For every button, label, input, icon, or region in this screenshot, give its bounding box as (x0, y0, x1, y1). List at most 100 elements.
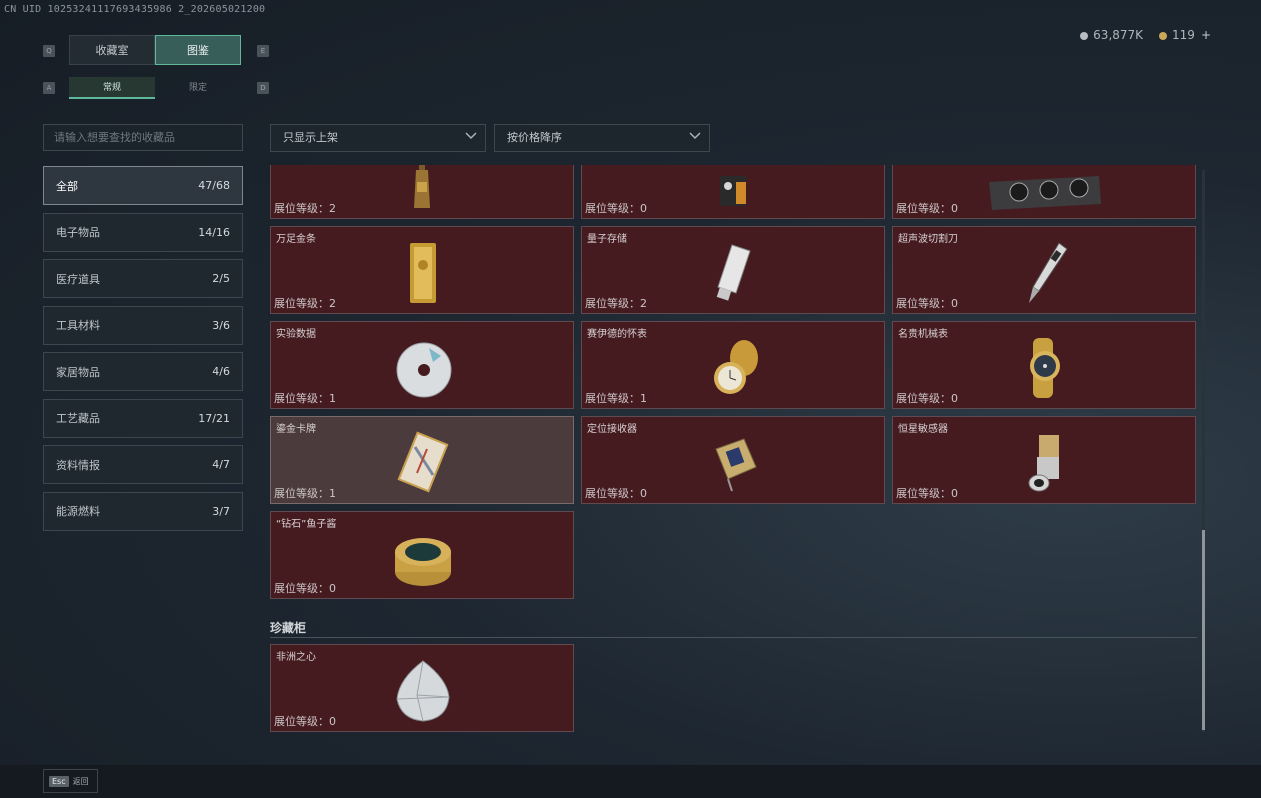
level-text: 展位等级：0 (585, 202, 647, 215)
chevron-down-icon (465, 132, 477, 140)
collectible-card[interactable]: 超声波切割刀 展位等级：0 (892, 226, 1196, 314)
level-text: 展位等级：2 (274, 297, 336, 310)
currency-bar: 63,877K 119 + (1080, 28, 1211, 42)
level-text: 展位等级：1 (585, 392, 647, 405)
gold-coin-icon (1159, 31, 1168, 40)
level-text: 展位等级：0 (274, 582, 336, 595)
collectible-card[interactable]: 展位等级：2 (270, 165, 574, 219)
shelf-filter-dropdown[interactable]: 只显示上架 (270, 124, 486, 152)
caviar-tin-icon (395, 538, 451, 586)
receiver-icon (715, 438, 757, 492)
category-energy[interactable]: 能源燃料 3/7 (43, 491, 243, 531)
collectible-card[interactable]: 赛伊德的怀表 展位等级：1 (581, 321, 885, 409)
gold-bar-icon (410, 243, 436, 303)
collectible-card[interactable]: 万足金条 展位等级：2 (270, 226, 574, 314)
tab-collection-room[interactable]: 收藏室 (69, 35, 155, 65)
category-crafts[interactable]: 工艺藏品 17/21 (43, 398, 243, 438)
category-count: 17/21 (198, 411, 230, 425)
collectible-card[interactable]: 鎏金卡牌 展位等级：1 (270, 416, 574, 504)
category-label: 电子物品 (56, 226, 100, 239)
silver-currency: 63,877K (1080, 28, 1143, 42)
level-text: 展位等级：1 (274, 487, 336, 500)
level-text: 展位等级：2 (274, 202, 336, 215)
card-icon (397, 431, 449, 493)
silver-amount: 63,877K (1093, 28, 1144, 42)
key-hint-e: E (257, 45, 269, 57)
level-text: 展位等级：0 (896, 297, 958, 310)
graphics-card-icon (989, 176, 1101, 210)
level-text: 展位等级：1 (274, 392, 336, 405)
collectible-card[interactable]: 展位等级：0 (581, 165, 885, 219)
category-count: 4/6 (212, 365, 230, 378)
key-hint-a: A (43, 82, 55, 94)
category-label: 家居物品 (56, 365, 100, 379)
disc-icon (396, 342, 452, 398)
esc-key: Esc (49, 775, 69, 787)
collectible-card[interactable]: 名贵机械表 展位等级：0 (892, 321, 1196, 409)
silver-coin-icon (1080, 31, 1089, 40)
category-household[interactable]: 家居物品 4/6 (43, 352, 243, 391)
level-text: 展位等级：0 (274, 715, 336, 728)
level-text: 展位等级：2 (585, 297, 647, 310)
grid-scrollbar[interactable] (1202, 170, 1205, 732)
bottle-icon (414, 165, 430, 208)
wrist-watch-icon (1030, 338, 1060, 398)
category-count: 14/16 (198, 225, 230, 239)
scrollbar-thumb[interactable] (1202, 530, 1205, 730)
main-tabs: 收藏室 图鉴 (69, 35, 241, 65)
category-count: 2/5 (212, 272, 230, 285)
category-count: 3/7 (212, 504, 230, 518)
search-input[interactable]: 请输入想要查找的收藏品 (43, 124, 243, 151)
collectible-card[interactable]: “钻石”鱼子酱 展位等级：0 (270, 511, 574, 599)
add-currency-button[interactable]: + (1201, 28, 1211, 42)
category-label: 资料情报 (56, 458, 100, 472)
shelf-filter-value: 只显示上架 (283, 131, 338, 144)
collectible-card[interactable]: 实验数据 展位等级：1 (270, 321, 574, 409)
tab-catalog[interactable]: 图鉴 (155, 35, 241, 65)
pocket-watch-icon (714, 340, 758, 394)
sub-tabs: 常规 限定 (69, 77, 241, 99)
level-text: 展位等级：0 (896, 487, 958, 500)
player-uid: CN UID 10253241117693435986 2_2026050212… (4, 4, 266, 15)
category-electronics[interactable]: 电子物品 14/16 (43, 212, 243, 252)
collectible-card[interactable]: 恒星敏感器 展位等级：0 (892, 416, 1196, 504)
level-text: 展位等级：0 (896, 392, 958, 405)
sensor-icon (1028, 435, 1059, 492)
level-text: 展位等级：0 (585, 487, 647, 500)
category-label: 医疗道具 (56, 272, 100, 286)
category-label: 工具材料 (56, 319, 100, 332)
collectible-card[interactable]: 定位接收器 展位等级：0 (581, 416, 885, 504)
key-hint-q: Q (43, 45, 55, 57)
category-all[interactable]: 全部 47/68 (43, 166, 243, 205)
collectible-card[interactable]: 展位等级：0 (892, 165, 1196, 219)
category-label: 工艺藏品 (56, 412, 100, 425)
category-tools[interactable]: 工具材料 3/6 (43, 305, 243, 345)
back-button[interactable]: Esc 返回 (43, 769, 98, 793)
category-sidebar: 全部 47/68 电子物品 14/16 医疗道具 2/5 工具材料 3/6 家居物品 4/… (43, 166, 243, 538)
category-count: 47/68 (198, 179, 230, 192)
tab-regular[interactable]: 常规 (69, 77, 155, 99)
category-label: 全部 (56, 179, 78, 193)
category-intel[interactable]: 资料情报 4/7 (43, 445, 243, 484)
category-count: 4/7 (212, 458, 230, 471)
category-label: 能源燃料 (56, 505, 100, 518)
back-label: 返回 (72, 776, 89, 786)
chevron-down-icon (689, 132, 701, 140)
category-medical[interactable]: 医疗道具 2/5 (43, 259, 243, 298)
sort-value: 按价格降序 (507, 131, 562, 144)
vault-section-title: 珍藏柜 (270, 621, 307, 635)
bottom-bar (0, 765, 1261, 798)
diamond-icon (396, 660, 450, 722)
collectible-card[interactable]: 量子存储 展位等级：2 (581, 226, 885, 314)
level-text: 展位等级：0 (896, 202, 958, 215)
category-count: 3/6 (212, 318, 230, 332)
usb-drive-icon (716, 244, 751, 301)
sort-dropdown[interactable]: 按价格降序 (494, 124, 710, 152)
tab-limited[interactable]: 限定 (155, 77, 241, 99)
gold-amount: 119 (1172, 28, 1195, 42)
device-icon (720, 176, 746, 206)
collectible-card[interactable]: 非洲之心 展位等级：0 (270, 644, 574, 732)
key-hint-d: D (257, 82, 269, 94)
section-divider (270, 637, 1197, 638)
gold-currency: 119 + (1159, 28, 1211, 42)
